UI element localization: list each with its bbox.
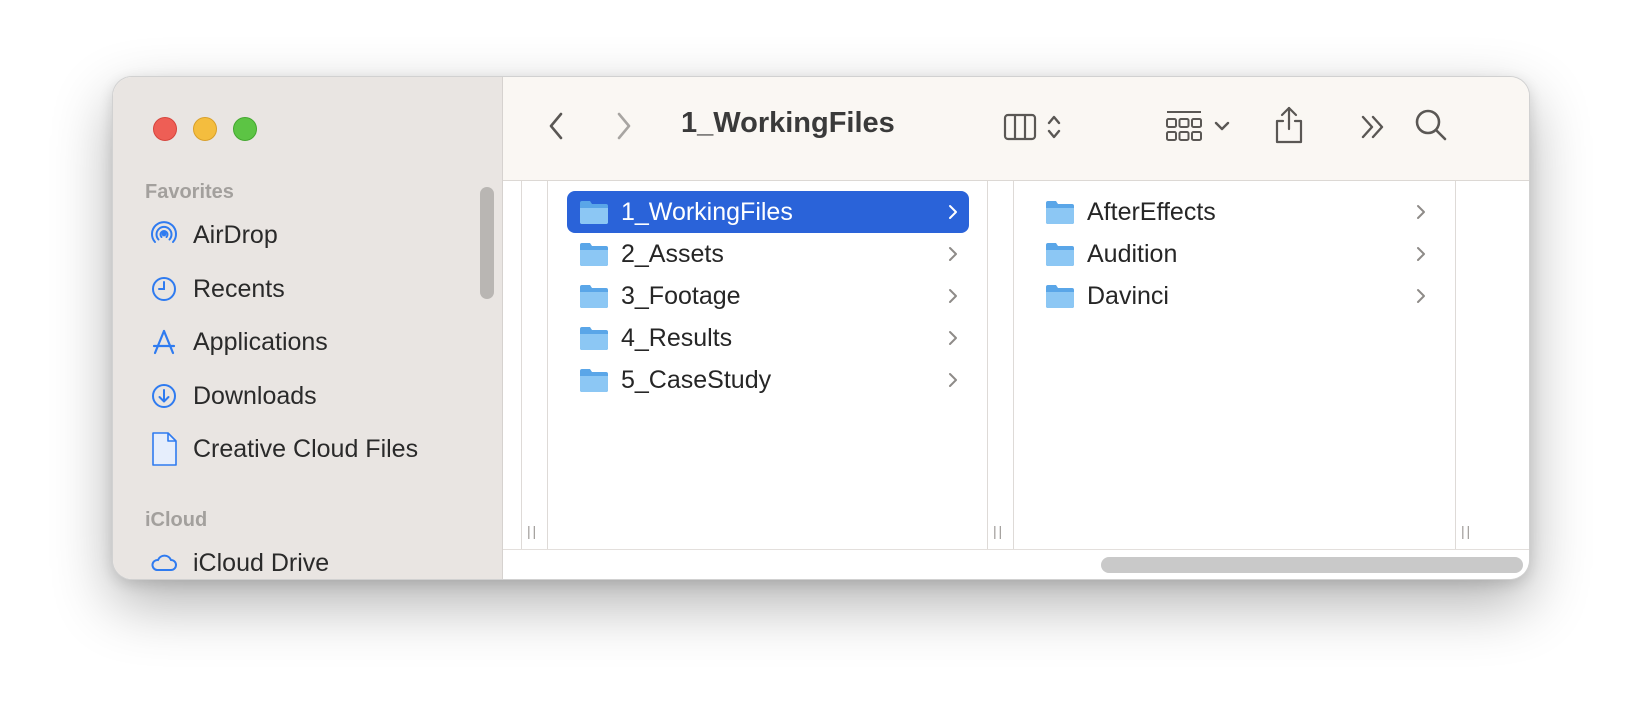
zoom-window-button[interactable] bbox=[233, 117, 257, 141]
column-resize-handle[interactable]: | | bbox=[1461, 523, 1470, 539]
folder-name: Davinci bbox=[1087, 281, 1169, 310]
favorites-section-title: Favorites bbox=[145, 181, 234, 203]
folder-name: 2_Assets bbox=[621, 239, 724, 268]
column-divider bbox=[1013, 181, 1014, 549]
folder-name: 3_Footage bbox=[621, 281, 741, 310]
columns-view-icon bbox=[1003, 113, 1037, 141]
applications-icon bbox=[149, 327, 179, 357]
column-divider bbox=[521, 181, 522, 549]
share-button[interactable] bbox=[1269, 101, 1309, 149]
list-item-folder[interactable]: AfterEffects bbox=[1033, 191, 1437, 233]
sidebar-item-label: Recents bbox=[193, 274, 285, 303]
chevron-left-icon bbox=[549, 112, 563, 140]
close-window-button[interactable] bbox=[153, 117, 177, 141]
back-button[interactable] bbox=[539, 107, 573, 145]
list-item-folder[interactable]: 5_CaseStudy bbox=[567, 359, 969, 401]
folder-icon bbox=[580, 369, 608, 392]
folder-name: Audition bbox=[1087, 239, 1178, 268]
window-controls bbox=[153, 117, 257, 141]
folder-icon bbox=[1046, 285, 1074, 308]
sidebar-item-label: Creative Cloud Files bbox=[193, 434, 419, 463]
folder-icon bbox=[580, 201, 608, 224]
column-footer-divider bbox=[503, 549, 1529, 550]
sidebar-item-icloud-drive[interactable]: iCloud Drive bbox=[149, 543, 330, 579]
chevron-right-icon bbox=[949, 289, 957, 303]
sidebar-item-label: AirDrop bbox=[193, 220, 278, 249]
sidebar-item-label: Downloads bbox=[193, 381, 317, 410]
horizontal-scrollbar[interactable] bbox=[1101, 557, 1523, 573]
airdrop-icon bbox=[149, 220, 179, 250]
column-resize-handle[interactable]: | | bbox=[527, 523, 536, 539]
sidebar-item-recents[interactable]: Recents bbox=[149, 269, 285, 309]
folder-name: 4_Results bbox=[621, 323, 733, 352]
list-item-folder[interactable]: Davinci bbox=[1033, 275, 1437, 317]
more-toolbar-items-button[interactable] bbox=[1355, 109, 1391, 145]
list-item-folder[interactable]: 4_Results bbox=[567, 317, 969, 359]
chevron-down-icon bbox=[1214, 121, 1230, 131]
view-mode-button[interactable] bbox=[993, 107, 1073, 147]
column-divider bbox=[987, 181, 988, 549]
list-item-folder[interactable]: 2_Assets bbox=[567, 233, 969, 275]
window-title: 1_WorkingFiles bbox=[681, 107, 895, 139]
sidebar: Favorites AirDrop Recents Applications D… bbox=[113, 77, 503, 579]
icloud-section-title: iCloud bbox=[145, 509, 208, 531]
folder-name: 1_WorkingFiles bbox=[621, 197, 793, 226]
sidebar-item-label: iCloud Drive bbox=[193, 548, 330, 577]
chevron-right-icon bbox=[1417, 289, 1425, 303]
toolbar: 1_WorkingFiles bbox=[503, 77, 1529, 181]
chevron-right-icon bbox=[1417, 205, 1425, 219]
share-icon bbox=[1275, 106, 1303, 144]
search-icon bbox=[1415, 109, 1447, 141]
chevron-right-icon bbox=[949, 373, 957, 387]
folder-name: 5_CaseStudy bbox=[621, 365, 772, 394]
download-icon bbox=[149, 381, 179, 411]
chevron-right-icon bbox=[617, 112, 631, 140]
folder-icon bbox=[580, 243, 608, 266]
chevron-right-icon bbox=[1417, 247, 1425, 261]
group-button[interactable] bbox=[1163, 105, 1233, 147]
sidebar-item-airdrop[interactable]: AirDrop bbox=[149, 215, 278, 255]
column-resize-handle[interactable]: | | bbox=[993, 523, 1002, 539]
clock-icon bbox=[149, 274, 179, 304]
folder-icon bbox=[1046, 201, 1074, 224]
chevron-updown-icon bbox=[1047, 115, 1061, 139]
finder-window: Favorites AirDrop Recents Applications D… bbox=[112, 76, 1530, 580]
sidebar-item-label: Applications bbox=[193, 327, 328, 356]
folder-name: AfterEffects bbox=[1087, 197, 1216, 226]
grid-icon bbox=[1166, 111, 1202, 141]
folder-icon bbox=[580, 285, 608, 308]
list-item-folder-selected[interactable]: 1_WorkingFiles bbox=[567, 191, 969, 233]
column-browser: | | | | | | 1_WorkingFiles 2_Assets 3_Fo… bbox=[503, 181, 1529, 579]
folder-icon bbox=[1046, 243, 1074, 266]
chevron-right-icon bbox=[949, 205, 957, 219]
column-divider bbox=[547, 181, 548, 549]
sidebar-item-applications[interactable]: Applications bbox=[149, 322, 328, 362]
sidebar-scrollbar[interactable] bbox=[480, 187, 494, 299]
sidebar-item-downloads[interactable]: Downloads bbox=[149, 376, 317, 416]
document-icon bbox=[149, 432, 179, 466]
list-item-folder[interactable]: Audition bbox=[1033, 233, 1437, 275]
column-divider bbox=[1455, 181, 1456, 549]
cloud-icon bbox=[149, 548, 179, 578]
sidebar-item-creative-cloud-files[interactable]: Creative Cloud Files bbox=[149, 429, 418, 469]
list-item-folder[interactable]: 3_Footage bbox=[567, 275, 969, 317]
search-button[interactable] bbox=[1411, 105, 1451, 145]
folder-icon bbox=[580, 327, 608, 350]
forward-button[interactable] bbox=[607, 107, 641, 145]
chevron-right-icon bbox=[949, 247, 957, 261]
double-chevron-right-icon bbox=[1361, 115, 1384, 139]
chevron-right-icon bbox=[949, 331, 957, 345]
minimize-window-button[interactable] bbox=[193, 117, 217, 141]
